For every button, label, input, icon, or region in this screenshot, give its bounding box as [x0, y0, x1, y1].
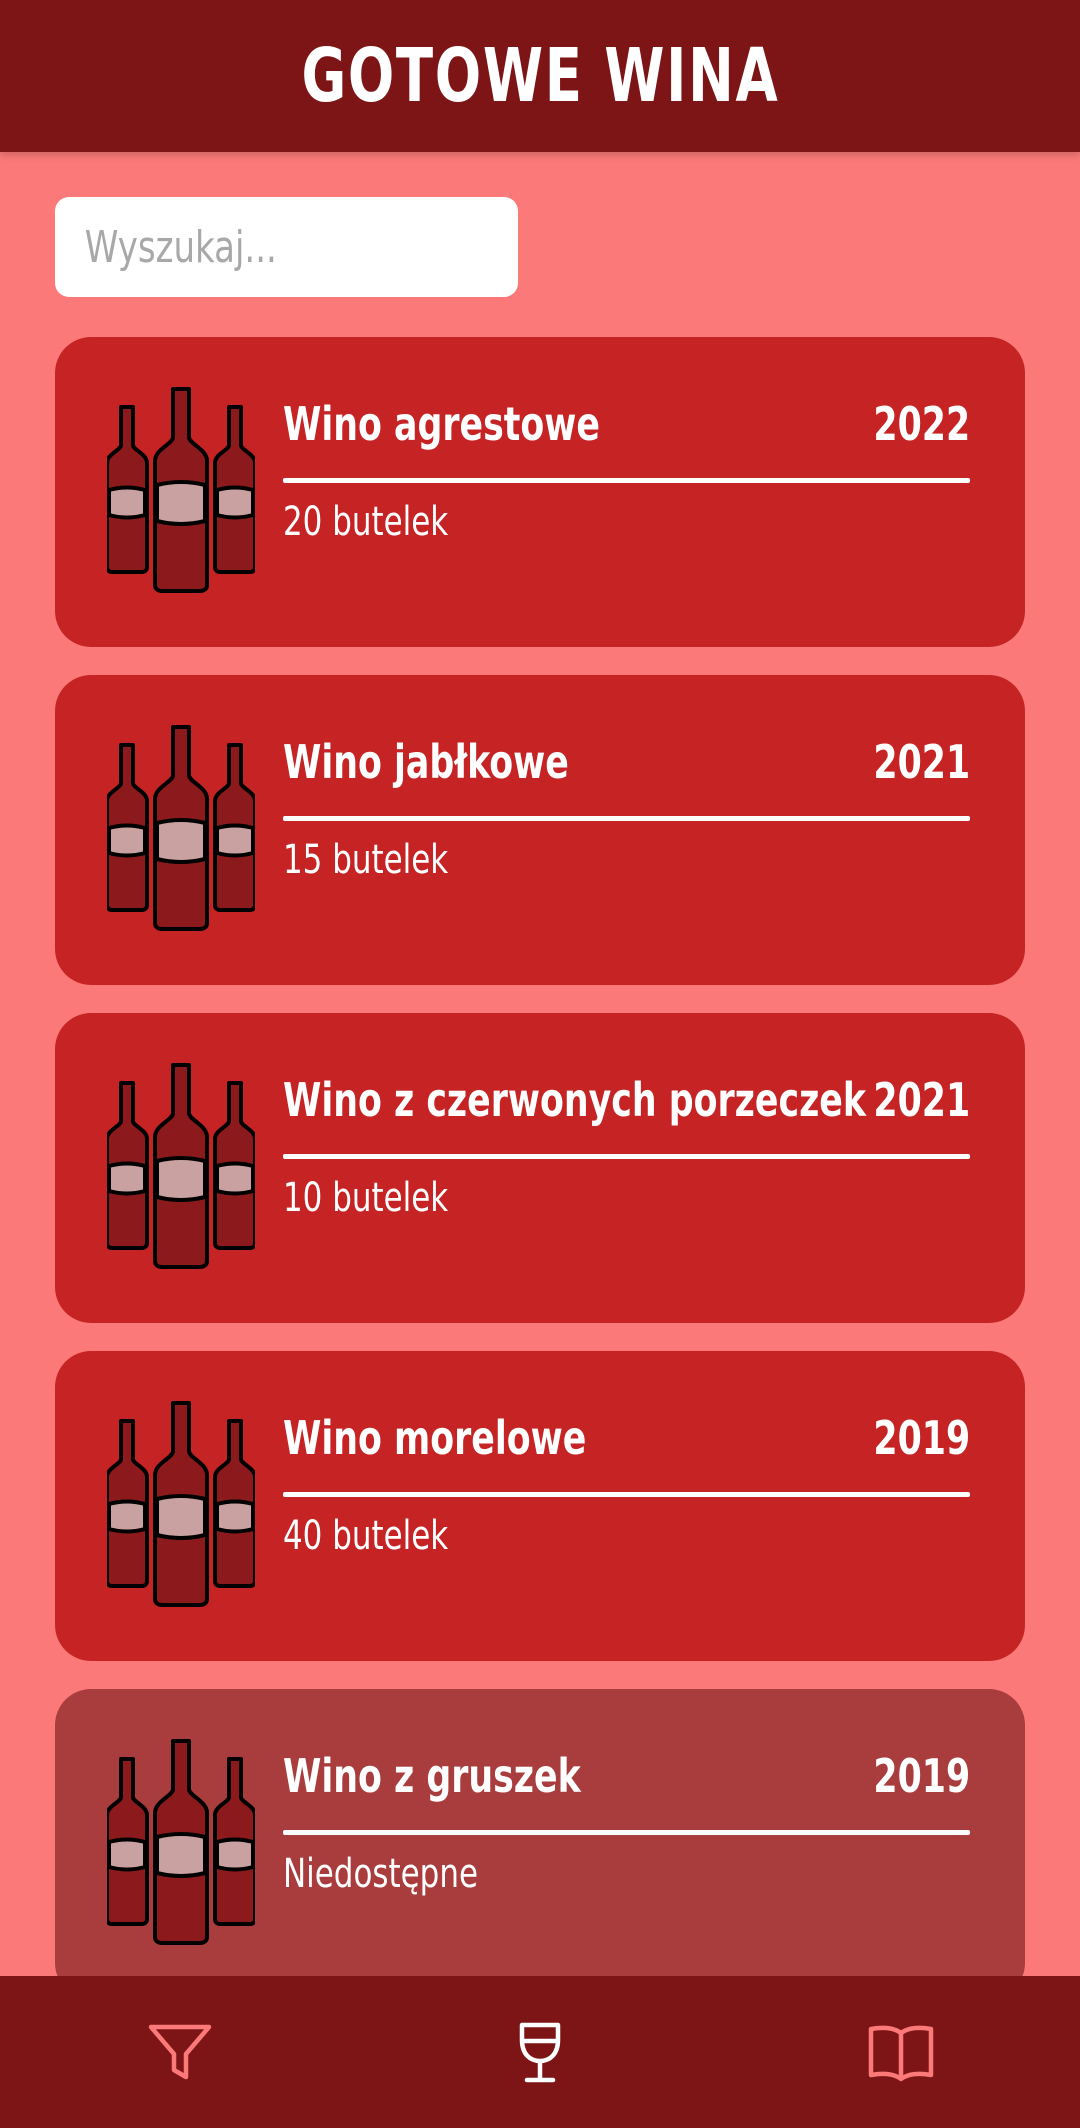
wine-bottles-icon — [107, 725, 255, 931]
wine-card-unavailable[interactable]: Wino z gruszek 2019 Niedostępne — [55, 1689, 1025, 1999]
wine-bottles-icon — [107, 1063, 255, 1269]
wine-year: 2021 — [873, 735, 970, 789]
wine-bottles-icon — [107, 1401, 255, 1607]
nav-filter-button[interactable] — [142, 2014, 218, 2090]
filter-icon — [148, 2024, 212, 2080]
book-icon — [868, 2025, 934, 2082]
wine-year: 2019 — [873, 1749, 970, 1803]
wine-name: Wino z czerwonych porzeczek — [283, 1073, 866, 1127]
app-header: GOTOWE WINA — [0, 0, 1080, 152]
wine-name: Wino agrestowe — [283, 397, 600, 451]
card-divider — [283, 1830, 970, 1835]
wine-bottle-count: 40 butelek — [283, 1513, 449, 1559]
wine-bottle-count: 20 butelek — [283, 499, 449, 545]
wine-card[interactable]: Wino agrestowe 2022 20 butelek — [55, 337, 1025, 647]
wine-card[interactable]: Wino z czerwonych porzeczek 2021 10 bute… — [55, 1013, 1025, 1323]
wine-bottle-count: 15 butelek — [283, 837, 449, 883]
wine-name: Wino morelowe — [283, 1411, 587, 1465]
wine-bottles-icon — [107, 387, 255, 593]
wine-availability-status: Niedostępne — [283, 1851, 479, 1897]
nav-wines-button[interactable] — [502, 2014, 578, 2090]
search-input[interactable] — [83, 220, 458, 274]
card-divider — [283, 816, 970, 821]
wine-card[interactable]: Wino morelowe 2019 40 butelek — [55, 1351, 1025, 1661]
wine-year: 2022 — [873, 397, 970, 451]
wine-bottles-icon — [107, 1739, 255, 1945]
wine-list: Wino agrestowe 2022 20 butelek Wino jabł… — [55, 337, 1025, 2027]
page-title: GOTOWE WINA — [301, 33, 779, 119]
bottom-navigation — [0, 1976, 1080, 2128]
wine-card[interactable]: Wino jabłkowe 2021 15 butelek — [55, 675, 1025, 985]
wine-bottle-count: 10 butelek — [283, 1175, 449, 1221]
wine-glass-icon — [519, 2022, 561, 2083]
nav-book-button[interactable] — [863, 2014, 939, 2090]
wine-year: 2021 — [873, 1073, 970, 1127]
wine-year: 2019 — [873, 1411, 970, 1465]
card-divider — [283, 1492, 970, 1497]
wine-name: Wino jabłkowe — [283, 735, 569, 789]
card-divider — [283, 1154, 970, 1159]
card-divider — [283, 478, 970, 483]
search-box[interactable] — [55, 197, 518, 297]
wine-name: Wino z gruszek — [283, 1749, 581, 1803]
